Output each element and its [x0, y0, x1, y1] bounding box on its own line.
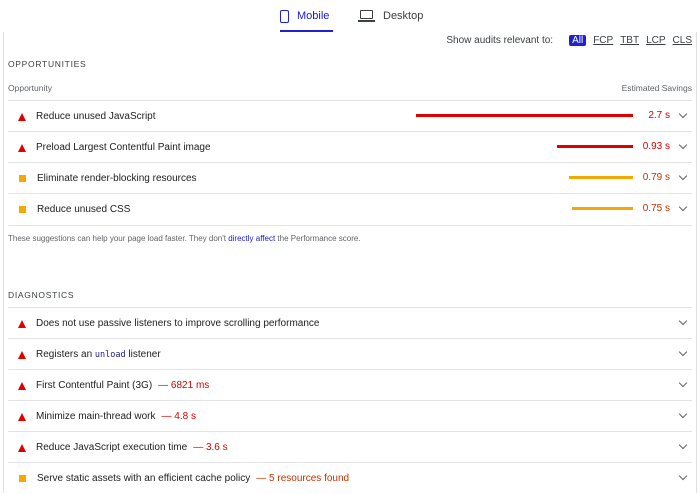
fail-triangle-icon	[18, 319, 26, 328]
diagnostic-title: Does not use passive listeners to improv…	[36, 318, 320, 329]
diagnostic-row[interactable]: Minimize main-thread work — 4.8 s	[8, 400, 692, 432]
opportunity-row[interactable]: Reduce unused JavaScript 2.7 s	[8, 100, 692, 132]
savings-value: 0.93 s	[642, 141, 670, 152]
opportunity-title: Preload Largest Contentful Paint image	[36, 142, 211, 153]
fail-triangle-icon	[18, 443, 26, 452]
diagnostic-row[interactable]: Reduce JavaScript execution time — 3.6 s	[8, 431, 692, 463]
diagnostic-metric: — 5 resources found	[256, 473, 350, 484]
footnote-text-before: These suggestions can help your page loa…	[8, 234, 229, 243]
diagnostic-title-after: listener	[125, 349, 161, 360]
savings-bar	[569, 176, 633, 179]
tab-desktop[interactable]: Desktop	[358, 0, 423, 32]
fail-triangle-icon	[18, 350, 26, 359]
footnote-text-after: the Performance score.	[275, 234, 361, 243]
average-square-icon	[19, 475, 26, 482]
diagnostic-title: First Contentful Paint (3G)	[36, 380, 153, 391]
fail-triangle-icon	[18, 143, 26, 152]
opportunities-column-header: Opportunity Estimated Savings	[8, 83, 692, 93]
diagnostic-title-before: Registers an	[36, 349, 95, 360]
opportunity-row[interactable]: Preload Largest Contentful Paint image 0…	[8, 131, 692, 163]
filter-chip-lcp[interactable]: LCP	[646, 35, 665, 46]
phone-icon	[280, 9, 289, 23]
average-square-icon	[19, 175, 26, 182]
opportunity-title: Reduce unused CSS	[37, 204, 131, 215]
chevron-down-icon[interactable]	[678, 440, 688, 450]
laptop-icon	[358, 10, 375, 22]
savings-value: 0.79 s	[642, 172, 670, 183]
tab-mobile-label: Mobile	[297, 10, 330, 22]
opportunity-title: Reduce unused JavaScript	[36, 111, 156, 122]
diagnostic-row[interactable]: First Contentful Paint (3G) — 6821 ms	[8, 369, 692, 401]
diagnostic-metric: — 3.6 s	[193, 442, 228, 453]
chevron-down-icon[interactable]	[678, 378, 688, 388]
savings-bar	[572, 207, 633, 210]
filter-chip-tbt[interactable]: TBT	[620, 35, 639, 46]
fail-triangle-icon	[18, 412, 26, 421]
chevron-down-icon[interactable]	[678, 471, 688, 481]
fail-triangle-icon	[18, 112, 26, 121]
audit-filter: Show audits relevant to: All FCP TBT LCP…	[446, 35, 692, 46]
opportunity-title: Eliminate render-blocking resources	[37, 173, 197, 184]
chevron-down-icon[interactable]	[678, 409, 688, 419]
opportunities-footnote: These suggestions can help your page loa…	[8, 234, 361, 243]
diagnostics-heading: DIAGNOSTICS	[8, 290, 75, 300]
chevron-down-icon[interactable]	[678, 202, 688, 212]
diagnostic-title: Minimize main-thread work	[36, 411, 156, 422]
left-border	[3, 32, 4, 493]
diagnostic-metric: — 6821 ms	[158, 380, 210, 391]
diagnostic-row[interactable]: Registers an unload listener	[8, 338, 692, 370]
fail-triangle-icon	[18, 381, 26, 390]
opportunity-row[interactable]: Reduce unused CSS 0.75 s	[8, 193, 692, 226]
diagnostic-title: Reduce JavaScript execution time	[36, 442, 188, 453]
opportunities-heading: OPPORTUNITIES	[8, 59, 87, 69]
diagnostic-title: Serve static assets with an efficient ca…	[37, 473, 251, 484]
filter-label: Show audits relevant to:	[446, 35, 554, 46]
right-border	[696, 32, 697, 493]
savings-bar	[416, 114, 633, 117]
tab-desktop-label: Desktop	[383, 10, 424, 22]
filter-chip-all[interactable]: All	[569, 35, 587, 46]
filter-chip-fcp[interactable]: FCP	[593, 35, 613, 46]
chevron-down-icon[interactable]	[678, 109, 688, 119]
savings-value: 0.75 s	[642, 203, 670, 214]
chevron-down-icon[interactable]	[678, 316, 688, 326]
diagnostic-title: Registers an unload listener	[36, 349, 161, 360]
average-square-icon	[19, 206, 26, 213]
column-estimated-savings: Estimated Savings	[621, 83, 692, 93]
savings-value: 2.7 s	[648, 110, 670, 121]
chevron-down-icon[interactable]	[678, 171, 688, 181]
directly-affect-link[interactable]: directly affect	[228, 234, 275, 243]
diagnostic-metric: — 4.8 s	[161, 411, 196, 422]
filter-chip-cls[interactable]: CLS	[673, 35, 692, 46]
opportunity-row[interactable]: Eliminate render-blocking resources 0.79…	[8, 162, 692, 194]
active-tab-indicator	[280, 30, 333, 32]
device-tabs: Mobile Desktop	[0, 0, 700, 32]
diagnostic-row[interactable]: Does not use passive listeners to improv…	[8, 307, 692, 339]
unload-code: unload	[94, 350, 126, 360]
column-opportunity: Opportunity	[8, 83, 52, 93]
chevron-down-icon[interactable]	[678, 347, 688, 357]
tab-mobile[interactable]: Mobile	[280, 0, 333, 32]
savings-bar	[557, 145, 633, 148]
diagnostic-row[interactable]: Serve static assets with an efficient ca…	[8, 462, 692, 494]
chevron-down-icon[interactable]	[678, 140, 688, 150]
